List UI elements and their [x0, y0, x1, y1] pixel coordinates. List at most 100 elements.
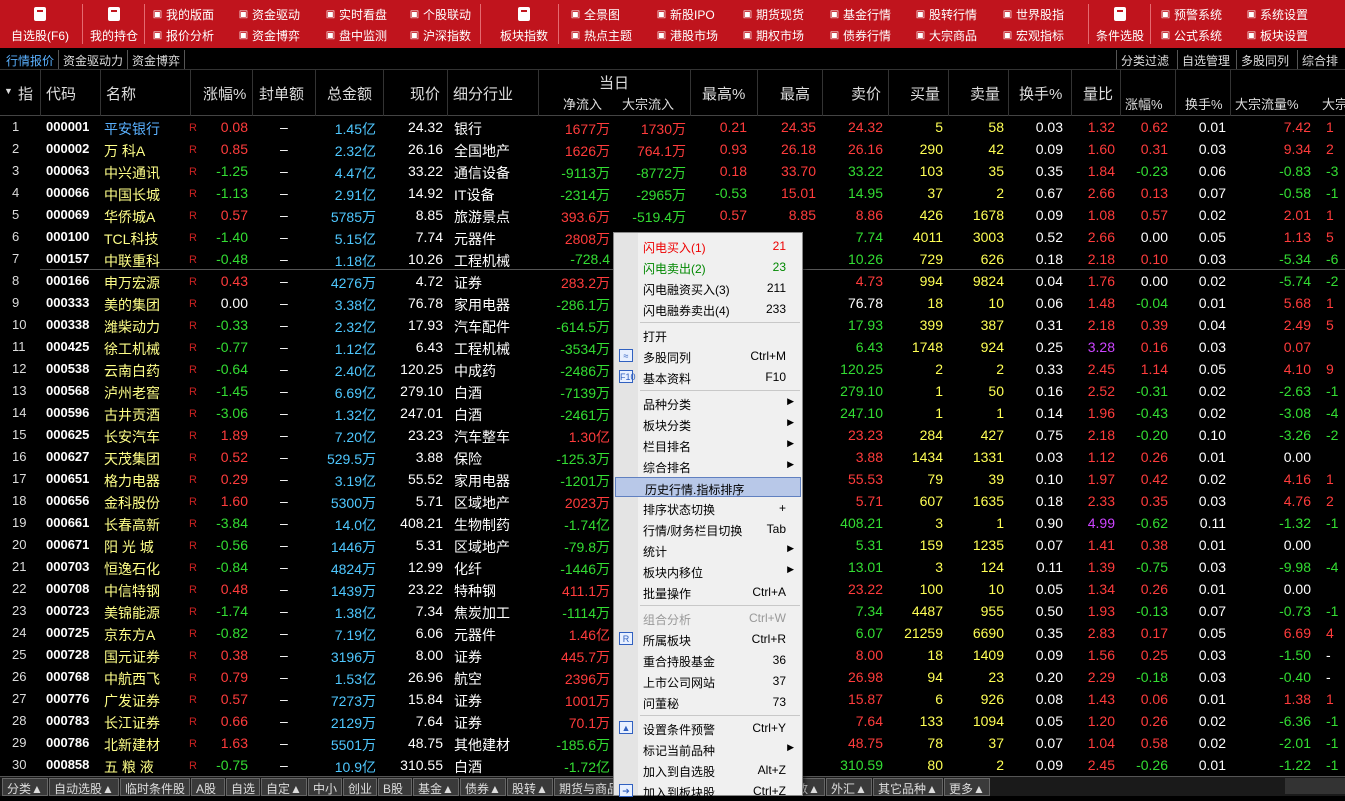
vol-ratio-header[interactable]: 量比	[1083, 83, 1113, 104]
block-inflow-header[interactable]: 大宗流入	[622, 94, 674, 113]
chg-header[interactable]: 涨幅%	[203, 83, 246, 104]
menu-item-23[interactable]: 上市公司网站 37	[614, 671, 802, 691]
toolbar-item[interactable]: ▣ 报价分析	[152, 27, 214, 44]
seal-header[interactable]: 封单额	[259, 83, 304, 104]
chg2-header[interactable]: 涨幅%	[1125, 94, 1163, 113]
high-pct-header[interactable]: 最高%	[702, 83, 745, 104]
sort-desc-icon[interactable]: ▼	[4, 86, 13, 96]
menu-item-1[interactable]: 闪电卖出(2) 23	[614, 257, 802, 277]
block-flow-header[interactable]: 大宗流量%	[1235, 94, 1299, 113]
menu-item-22[interactable]: 重合持股基金 36	[614, 650, 802, 670]
right-tab-2[interactable]: 多股同列	[1236, 50, 1293, 69]
toolbar-item[interactable]: ▣ 港股市场	[656, 27, 718, 44]
toolbar-item[interactable]: ▣ 期货现货	[742, 6, 804, 23]
toolbar-filter-doc-button[interactable]: 条件选股	[1090, 0, 1150, 48]
table-row[interactable]: 3 000063 中兴通讯 R -1.25–4.47亿 33.22 通信设备 -9113万 -8…	[0, 160, 1345, 182]
toolbar-item[interactable]: ▣ 盘中监测	[325, 27, 387, 44]
toolbar-item[interactable]: ▣ 公式系统	[1160, 27, 1222, 44]
menu-item-7[interactable]: F10 基本资料 F10	[614, 367, 802, 387]
toolbar-item[interactable]: ▣ 实时看盘	[325, 6, 387, 23]
right-tab-1[interactable]: 自选管理	[1177, 50, 1234, 69]
today-header[interactable]: 当日	[599, 72, 629, 93]
amount-header[interactable]: 总金额	[327, 83, 372, 104]
menu-item-16[interactable]: 统计 ▶	[614, 540, 802, 560]
bottom-tab-10[interactable]: 债券▲	[460, 778, 506, 796]
bottom-tab-18[interactable]: 更多▲	[944, 778, 990, 796]
bottom-tab-4[interactable]: 自选	[226, 778, 260, 796]
right-tab-0[interactable]: 分类过滤	[1116, 50, 1173, 69]
menu-item-5[interactable]: 打开	[614, 325, 802, 345]
toolbar-phone-button[interactable]: 我的持仓	[84, 0, 144, 48]
menu-item-27[interactable]: 标记当前品种 ▶	[614, 739, 802, 759]
high-header[interactable]: 最高	[780, 83, 810, 104]
menu-item-3[interactable]: 闪电融券卖出(4) 233	[614, 299, 802, 319]
toolbar-item[interactable]: ▣ 热点主题	[570, 27, 632, 44]
bottom-tab-2[interactable]: 临时条件股	[120, 778, 190, 796]
toolbar-item[interactable]: ▣ 债券行情	[829, 27, 891, 44]
menu-item-9[interactable]: 品种分类 ▶	[614, 393, 802, 413]
toolbar-item[interactable]: ▣ 基金行情	[829, 6, 891, 23]
table-row[interactable]: 1 000001 平安银行 R 0.08–1.45亿 24.32 银行 1677万 1730万 0…	[0, 116, 1345, 138]
toolbar-item[interactable]: ▣ 资金驱动	[238, 6, 300, 23]
toolbar-globe-button[interactable]: 板块指数	[495, 0, 553, 48]
industry-header[interactable]: 细分行业	[453, 83, 513, 104]
bottom-tab-3[interactable]: A股	[191, 778, 225, 796]
turnover2-header[interactable]: 换手%	[1185, 94, 1223, 113]
toolbar-item[interactable]: ▣ 股转行情	[915, 6, 977, 23]
price-header[interactable]: 现价	[410, 83, 440, 104]
menu-item-26[interactable]: ▲ 设置条件预警 Ctrl+Y	[614, 718, 802, 738]
code-header[interactable]: 代码	[46, 83, 76, 104]
bottom-tab-8[interactable]: B股	[378, 778, 412, 796]
right-tab-3[interactable]: 综合排名	[1297, 50, 1345, 85]
menu-item-2[interactable]: 闪电融资买入(3) 211	[614, 278, 802, 298]
toolbar-item[interactable]: ▣ 世界股指	[1002, 6, 1064, 23]
toolbar-item[interactable]: ▣ 全景图	[570, 6, 620, 23]
menu-item-24[interactable]: 问董秘 73	[614, 692, 802, 712]
menu-item-13[interactable]: 历史行情.指标排序	[615, 477, 801, 497]
idx-header[interactable]: 指	[18, 83, 33, 104]
block2-header[interactable]: 大宗	[1322, 94, 1345, 113]
bottom-tab-17[interactable]: 其它品种▲	[873, 778, 943, 796]
ask-vol-header[interactable]: 卖量	[970, 83, 1000, 104]
bottom-tab-0[interactable]: 分类▲	[2, 778, 48, 796]
menu-item-20[interactable]: 组合分析 Ctrl+W	[614, 608, 802, 628]
tab-0[interactable]: 行情报价	[2, 50, 60, 69]
net-inflow-header[interactable]: 净流入	[563, 94, 602, 113]
bottom-tab-7[interactable]: 创业	[343, 778, 377, 796]
menu-item-0[interactable]: 闪电买入(1) 21	[614, 236, 802, 256]
menu-item-10[interactable]: 板块分类 ▶	[614, 414, 802, 434]
menu-item-15[interactable]: 行情/财务栏目切换 Tab	[614, 519, 802, 539]
ask-header[interactable]: 卖价	[851, 83, 881, 104]
bottom-tab-9[interactable]: 基金▲	[413, 778, 459, 796]
menu-item-14[interactable]: 排序状态切换 +	[614, 498, 802, 518]
menu-item-12[interactable]: 综合排名 ▶	[614, 456, 802, 476]
toolbar-item[interactable]: ▣ 板块设置	[1246, 27, 1308, 44]
toolbar-item[interactable]: ▣ 新股IPO	[656, 6, 715, 23]
bottom-tab-6[interactable]: 中小	[308, 778, 342, 796]
menu-item-17[interactable]: 板块内移位 ▶	[614, 561, 802, 581]
bottom-tab-16[interactable]: 外汇▲	[826, 778, 872, 796]
toolbar-item[interactable]: ▣ 大宗商品	[915, 27, 977, 44]
menu-item-29[interactable]: ➔ 加入到板块股 Ctrl+Z	[614, 781, 802, 801]
horizontal-scrollbar[interactable]	[1285, 778, 1345, 794]
menu-item-18[interactable]: 批量操作 Ctrl+A	[614, 582, 802, 602]
bottom-tab-11[interactable]: 股转▲	[507, 778, 553, 796]
bid-vol-header[interactable]: 买量	[910, 83, 940, 104]
tab-2[interactable]: 资金博弈	[128, 50, 186, 69]
toolbar-item[interactable]: ▣ 系统设置	[1246, 6, 1308, 23]
bottom-tab-1[interactable]: 自动选股▲	[49, 778, 119, 796]
tab-1[interactable]: 资金驱动力	[59, 50, 129, 69]
menu-item-21[interactable]: R 所属板块 Ctrl+R	[614, 629, 802, 649]
toolbar-item[interactable]: ▣ 期权市场	[742, 27, 804, 44]
toolbar-item[interactable]: ▣ 个股联动	[409, 6, 471, 23]
table-row[interactable]: 4 000066 中国长城 R -1.13–2.91亿 14.92 IT设备 -2314万 -2…	[0, 182, 1345, 204]
toolbar-item[interactable]: ▣ 预警系统	[1160, 6, 1222, 23]
toolbar-bookmark-button[interactable]: 自选股(F6)	[0, 0, 80, 48]
turnover-header[interactable]: 换手%	[1019, 83, 1062, 104]
menu-item-28[interactable]: 加入到自选股 Alt+Z	[614, 760, 802, 780]
table-row[interactable]: 2 000002 万 科A R 0.85–2.32亿 26.16 全国地产 1626万 764.…	[0, 138, 1345, 160]
toolbar-item[interactable]: ▣ 宏观指标	[1002, 27, 1064, 44]
table-row[interactable]: 5 000069 华侨城A R 0.57–5785万 8.85 旅游景点 393.6万 -519…	[0, 204, 1345, 226]
bottom-tab-5[interactable]: 自定▲	[261, 778, 307, 796]
toolbar-item[interactable]: ▣ 资金博弈	[238, 27, 300, 44]
